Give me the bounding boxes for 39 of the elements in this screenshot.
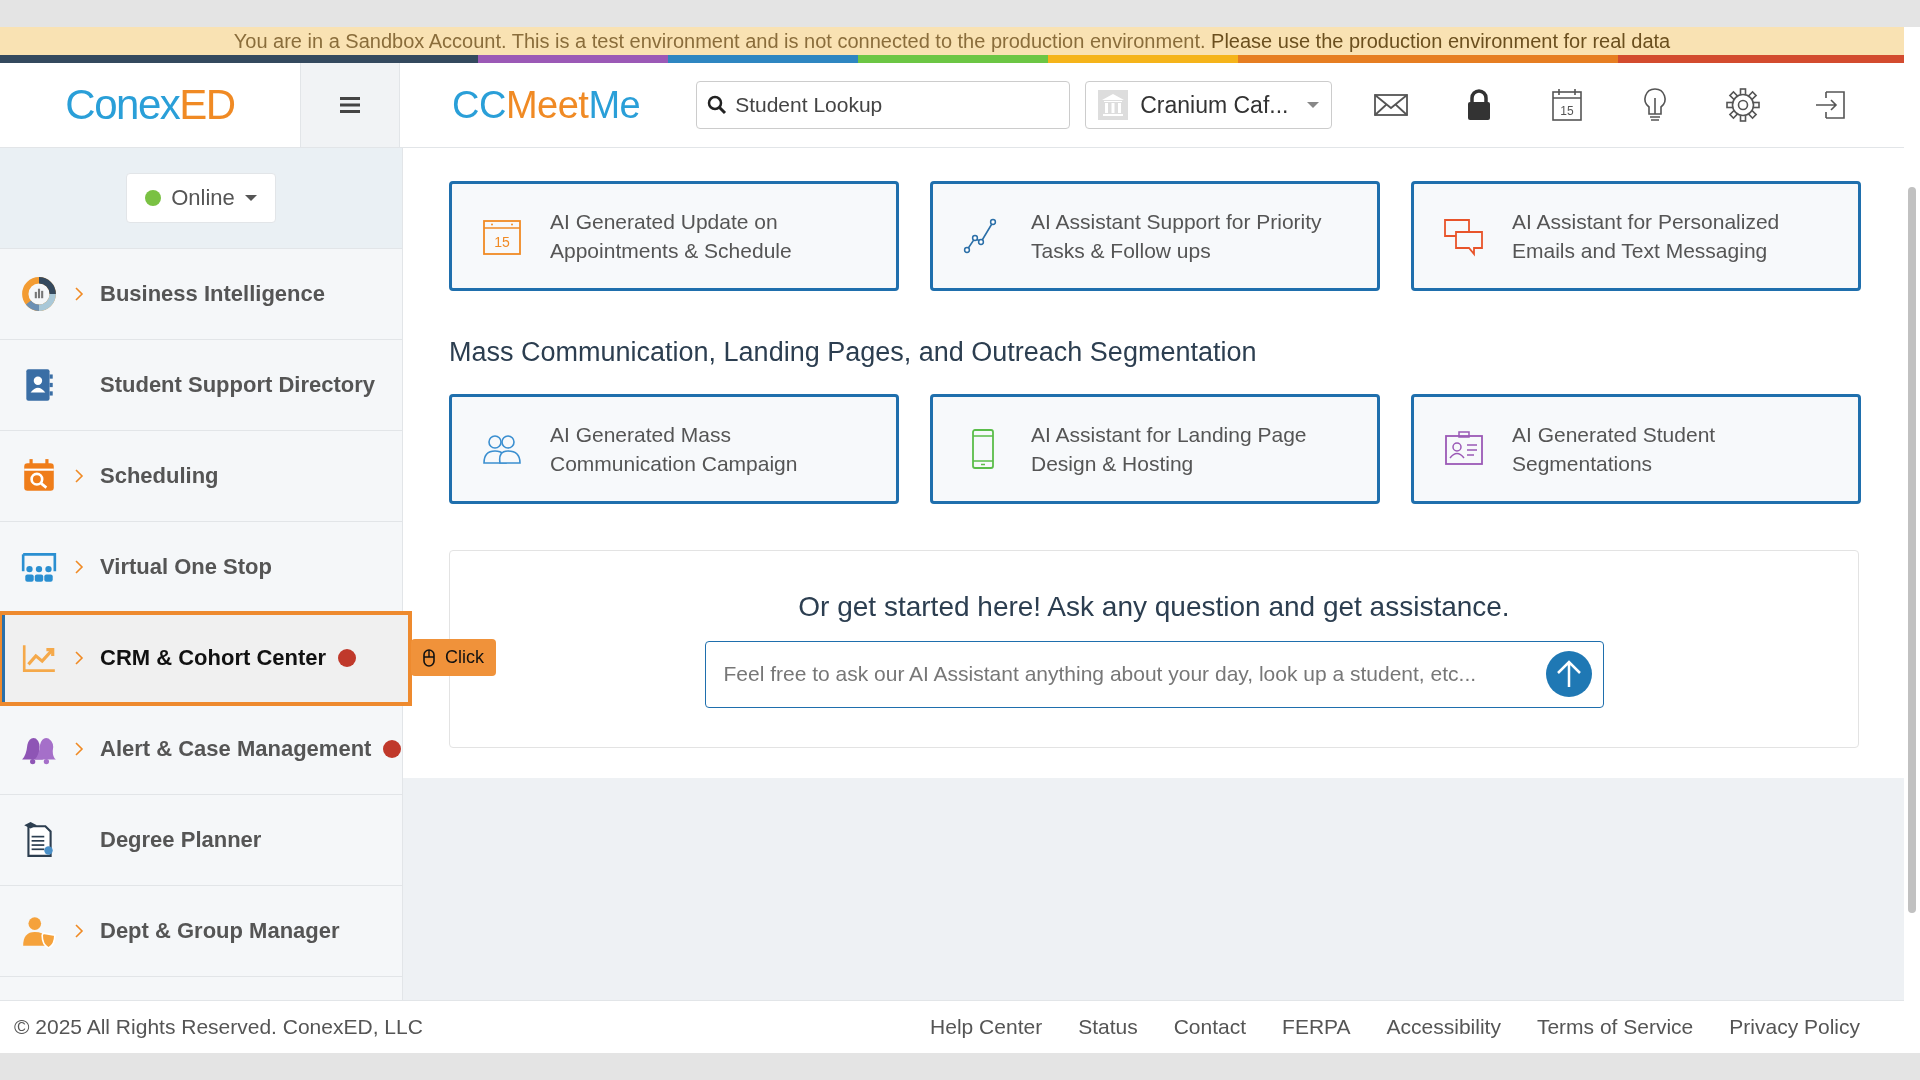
settings-icon[interactable]	[1724, 86, 1763, 124]
footer-link[interactable]: FERPA	[1282, 1015, 1351, 1039]
feature-card[interactable]: AI Assistant for Personalized Emails and Text Messaging	[1411, 181, 1861, 291]
question-field[interactable]: Feel free to ask our AI Assistant anything about your day, look up a student, etc...	[704, 640, 1604, 708]
mouse-icon	[423, 648, 435, 667]
building-icon	[1098, 90, 1129, 120]
caret-icon	[244, 195, 257, 201]
feature-card[interactable]: AI Generated Mass Communication Campaign	[449, 394, 899, 504]
sidebar-item[interactable]: Scheduling	[0, 431, 402, 522]
footer-link[interactable]: Privacy Policy	[1729, 1015, 1860, 1039]
click-hint[interactable]: Click	[411, 639, 496, 676]
feature-card[interactable]: AI Generated Student Segmentations	[1411, 394, 1861, 504]
footer-link[interactable]: Contact	[1173, 1015, 1247, 1039]
sidebar-item[interactable]: Student Support Directory	[0, 340, 402, 431]
copyright-text: © 2025 All Rights Reserved. ConexED, LLC	[14, 1015, 424, 1039]
feature-card[interactable]: 15 AI Generated Update on Appointments & Schedule	[449, 181, 899, 291]
feature-card[interactable]: AI Assistant Support for Priority Tasks & Follow ups	[930, 181, 1380, 291]
menu-icon	[340, 96, 360, 114]
sidebar-item[interactable]: Alert & Case Management	[0, 704, 402, 795]
location-dropdown[interactable]: Cranium Caf...	[1085, 81, 1333, 129]
feature-card[interactable]: AI Assistant for Landing Page Design & Hosting	[930, 394, 1380, 504]
sidebar-item[interactable]: Dept & Group Manager	[0, 886, 402, 977]
assistant-heading: Or get started here! Ask any question and get assistance.	[798, 590, 1510, 623]
donut-chart-icon	[20, 275, 58, 313]
footer-link[interactable]: Accessibility	[1386, 1015, 1501, 1039]
search-field[interactable]: Student Lookup	[696, 81, 1071, 129]
footer-link[interactable]: Terms of Service	[1536, 1015, 1694, 1039]
sandbox-banner: You are in a Sandbox Account. This is a test environment and is not connected to the production environment. Please use the production environment for real data	[0, 27, 1904, 55]
caret-icon	[1307, 102, 1320, 108]
sidebar-item[interactable]: Business Intelligence	[0, 249, 402, 340]
section-heading: Mass Communication, Landing Pages, and Outreach Segmentation	[449, 337, 1258, 368]
status-dropdown[interactable]: Online	[126, 173, 276, 223]
search-icon	[707, 95, 728, 115]
scrollbar[interactable]	[1904, 27, 1920, 1053]
arrow-up-icon	[1555, 658, 1582, 689]
footer-link[interactable]: Help Center	[930, 1015, 1043, 1039]
footer-link[interactable]: Status	[1078, 1015, 1138, 1039]
sidebar-item[interactable]: CRM & Cohort Center	[0, 613, 410, 704]
sidebar-item[interactable]: Degree Planner	[0, 795, 402, 886]
